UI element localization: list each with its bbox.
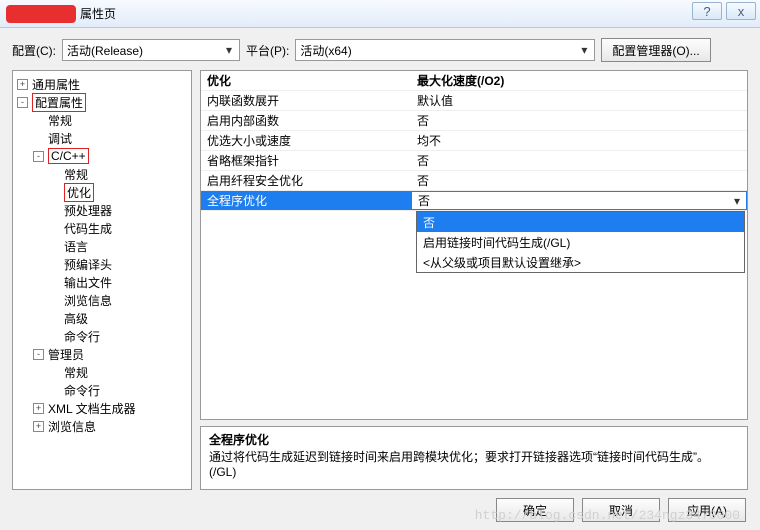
tree-node-label: 管理员 [48, 346, 84, 363]
tree-node[interactable]: 输出文件 [15, 273, 189, 291]
help-button[interactable]: ? [692, 2, 722, 20]
dropdown-option[interactable]: <从父级或项目默认设置继承> [417, 252, 744, 272]
property-row[interactable]: 优化最大化速度(/O2) [201, 71, 747, 91]
tree-node[interactable]: 命令行 [15, 327, 189, 345]
tree-node[interactable]: 预处理器 [15, 201, 189, 219]
tree-node-label: 浏览信息 [64, 292, 112, 309]
property-name: 省略框架指针 [201, 151, 411, 170]
property-row[interactable]: 内联函数展开默认值 [201, 91, 747, 111]
button-bar: 确定 取消 应用(A) [0, 490, 760, 530]
dropdown-option[interactable]: 启用链接时间代码生成(/GL) [417, 232, 744, 252]
ok-button[interactable]: 确定 [496, 498, 574, 522]
property-row[interactable]: 启用内部函数否 [201, 111, 747, 131]
property-value[interactable]: 默认值 [411, 91, 747, 110]
tree-node[interactable]: -配置属性 [15, 93, 189, 111]
tree-node-label: 常规 [64, 364, 88, 381]
chevron-down-icon: ▾ [221, 41, 237, 59]
description-body: 通过将代码生成延迟到链接时间来启用跨模块优化；要求打开链接器选项“链接时间代码生… [209, 448, 739, 479]
tree-node-label: 预编译头 [64, 256, 112, 273]
expand-icon[interactable]: + [33, 421, 44, 432]
config-combo[interactable]: 活动(Release) ▾ [62, 39, 240, 61]
expand-icon[interactable]: + [33, 403, 44, 414]
redaction-scribble [6, 5, 76, 23]
property-grid: 优化最大化速度(/O2)内联函数展开默认值启用内部函数否优选大小或速度均不省略框… [200, 70, 748, 420]
property-row[interactable]: 省略框架指针否 [201, 151, 747, 171]
tree-node-label: 浏览信息 [48, 418, 96, 435]
tree-node-label: 通用属性 [32, 76, 80, 93]
property-name: 优化 [201, 71, 411, 90]
tree-node-label: 配置属性 [32, 93, 86, 112]
property-name: 全程序优化 [201, 191, 411, 210]
property-name: 内联函数展开 [201, 91, 411, 110]
tree-node-label: XML 文档生成器 [48, 400, 136, 417]
tree-node[interactable]: 预编译头 [15, 255, 189, 273]
platform-label: 平台(P): [246, 42, 289, 59]
chevron-down-icon: ▾ [576, 41, 592, 59]
category-tree[interactable]: +通用属性-配置属性常规调试-C/C++常规优化预处理器代码生成语言预编译头输出… [12, 70, 192, 490]
property-row[interactable]: 优选大小或速度均不 [201, 131, 747, 151]
tree-node-label: 语言 [64, 238, 88, 255]
tree-node[interactable]: 常规 [15, 165, 189, 183]
property-value[interactable]: 否 [411, 171, 747, 190]
tree-node-label: 调试 [48, 130, 72, 147]
collapse-icon[interactable]: - [33, 349, 44, 360]
property-value[interactable]: 否 [411, 151, 747, 170]
description-title: 全程序优化 [209, 431, 739, 448]
tree-node-label: 预处理器 [64, 202, 112, 219]
tree-node-label: C/C++ [48, 148, 89, 164]
tree-node[interactable]: 命令行 [15, 381, 189, 399]
apply-button[interactable]: 应用(A) [668, 498, 746, 522]
collapse-icon[interactable]: - [33, 151, 44, 162]
tree-node[interactable]: 常规 [15, 111, 189, 129]
property-value[interactable]: 最大化速度(/O2) [411, 71, 747, 90]
collapse-icon[interactable]: - [17, 97, 28, 108]
tree-node-label: 命令行 [64, 328, 100, 345]
tree-node[interactable]: + 通用属性 [15, 75, 189, 93]
chevron-down-icon[interactable]: ▾ [730, 194, 744, 208]
property-row[interactable]: 启用纤程安全优化否 [201, 171, 747, 191]
tree-node-label: 优化 [64, 183, 94, 202]
property-row[interactable]: 全程序优化否▾ [201, 191, 747, 211]
config-manager-button[interactable]: 配置管理器(O)... [601, 38, 710, 62]
cancel-button[interactable]: 取消 [582, 498, 660, 522]
tree-node[interactable]: 代码生成 [15, 219, 189, 237]
tree-node[interactable]: 语言 [15, 237, 189, 255]
platform-combo[interactable]: 活动(x64) ▾ [295, 39, 595, 61]
property-name: 优选大小或速度 [201, 131, 411, 150]
description-panel: 全程序优化 通过将代码生成延迟到链接时间来启用跨模块优化；要求打开链接器选项“链… [200, 426, 748, 490]
property-value[interactable]: 均不 [411, 131, 747, 150]
dropdown-option[interactable]: 否 [417, 212, 744, 232]
tree-node[interactable]: -管理员 [15, 345, 189, 363]
tree-node[interactable]: 调试 [15, 129, 189, 147]
tree-node[interactable]: + 浏览信息 [15, 417, 189, 435]
tree-node-label: 命令行 [64, 382, 100, 399]
tree-node[interactable]: 浏览信息 [15, 291, 189, 309]
property-name: 启用纤程安全优化 [201, 171, 411, 190]
platform-combo-value: 活动(x64) [300, 42, 351, 59]
tree-node[interactable]: 优化 [15, 183, 189, 201]
tree-node-label: 代码生成 [64, 220, 112, 237]
tree-node[interactable]: + XML 文档生成器 [15, 399, 189, 417]
tree-node-label: 常规 [64, 166, 88, 183]
title-bar: 属性页 ? x [0, 0, 760, 28]
tree-node-label: 常规 [48, 112, 72, 129]
tree-node-label: 高级 [64, 310, 88, 327]
window-title: 属性页 [80, 5, 116, 22]
property-name: 启用内部函数 [201, 111, 411, 130]
property-value[interactable]: 否▾ [411, 191, 747, 210]
configuration-row: 配置(C): 活动(Release) ▾ 平台(P): 活动(x64) ▾ 配置… [0, 28, 760, 70]
expand-icon[interactable]: + [17, 79, 28, 90]
tree-node-label: 输出文件 [64, 274, 112, 291]
tree-node[interactable]: 高级 [15, 309, 189, 327]
tree-node[interactable]: -C/C++ [15, 147, 189, 165]
tree-node[interactable]: 常规 [15, 363, 189, 381]
dropdown-popup: 否启用链接时间代码生成(/GL)<从父级或项目默认设置继承> [416, 211, 745, 273]
config-label: 配置(C): [12, 42, 56, 59]
config-combo-value: 活动(Release) [67, 42, 143, 59]
close-button[interactable]: x [726, 2, 756, 20]
property-value[interactable]: 否 [411, 111, 747, 130]
